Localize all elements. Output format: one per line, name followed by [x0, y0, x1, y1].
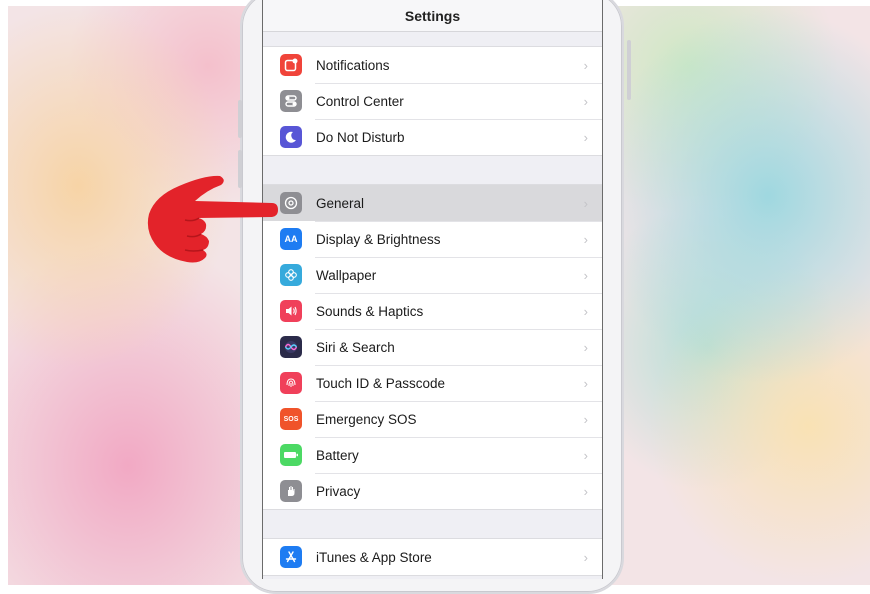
- settings-group-1: Notifications › Control Center › Do Not …: [263, 46, 602, 156]
- chevron-right-icon: ›: [583, 303, 588, 319]
- chevron-right-icon: ›: [583, 93, 588, 109]
- settings-row-do-not-disturb[interactable]: Do Not Disturb ›: [263, 119, 602, 155]
- chevron-right-icon: ›: [583, 195, 588, 211]
- settings-row-siri-search[interactable]: Siri & Search ›: [263, 329, 602, 365]
- settings-row-wallpaper[interactable]: Wallpaper ›: [263, 257, 602, 293]
- chevron-right-icon: ›: [583, 231, 588, 247]
- chevron-right-icon: ›: [583, 411, 588, 427]
- settings-group-2: General › AA Display & Brightness › Wall…: [263, 184, 602, 510]
- row-label: Control Center: [316, 93, 404, 109]
- chevron-right-icon: ›: [583, 57, 588, 73]
- settings-screen: Settings Notifications › Control Center …: [262, 0, 603, 579]
- row-label: Touch ID & Passcode: [316, 375, 446, 391]
- row-label: Notifications: [316, 57, 390, 73]
- settings-row-general[interactable]: General ›: [263, 185, 602, 221]
- row-label: Sounds & Haptics: [316, 303, 424, 319]
- app-store-icon: [280, 546, 302, 568]
- chevron-right-icon: ›: [583, 447, 588, 463]
- siri-icon: [280, 336, 302, 358]
- row-label: General: [316, 195, 365, 211]
- row-label: Do Not Disturb: [316, 129, 405, 145]
- chevron-right-icon: ›: [583, 267, 588, 283]
- group-spacer: [263, 510, 602, 538]
- settings-row-touch-id-passcode[interactable]: Touch ID & Passcode ›: [263, 365, 602, 401]
- settings-row-notifications[interactable]: Notifications ›: [263, 47, 602, 83]
- fingerprint-icon: [280, 372, 302, 394]
- navigation-bar: Settings: [263, 0, 602, 32]
- settings-row-sounds-haptics[interactable]: Sounds & Haptics ›: [263, 293, 602, 329]
- control-center-icon: [280, 90, 302, 112]
- settings-row-itunes-app-store[interactable]: iTunes & App Store ›: [263, 539, 602, 575]
- notifications-icon: [280, 54, 302, 76]
- hand-icon: [280, 480, 302, 502]
- moon-icon: [280, 126, 302, 148]
- phone-side-button: [627, 40, 631, 100]
- settings-row-display-brightness[interactable]: AA Display & Brightness ›: [263, 221, 602, 257]
- pointing-hand-icon: [147, 175, 278, 263]
- row-label: Emergency SOS: [316, 411, 417, 427]
- group-spacer: [263, 156, 602, 184]
- row-label: Wallpaper: [316, 267, 377, 283]
- speaker-icon: [280, 300, 302, 322]
- group-spacer: [263, 32, 602, 46]
- chevron-right-icon: ›: [583, 129, 588, 145]
- page-title: Settings: [404, 7, 461, 24]
- settings-row-privacy[interactable]: Privacy ›: [263, 473, 602, 509]
- row-label: Privacy: [316, 483, 361, 499]
- sos-icon: SOS: [280, 408, 302, 430]
- settings-row-emergency-sos[interactable]: SOS Emergency SOS ›: [263, 401, 602, 437]
- chevron-right-icon: ›: [583, 375, 588, 391]
- battery-icon: [280, 444, 302, 466]
- row-label: iTunes & App Store: [316, 549, 432, 565]
- phone-side-button: [238, 100, 242, 138]
- chevron-right-icon: ›: [583, 549, 588, 565]
- settings-row-battery[interactable]: Battery ›: [263, 437, 602, 473]
- row-label: Siri & Search: [316, 339, 395, 355]
- settings-group-3: iTunes & App Store ›: [263, 538, 602, 576]
- settings-row-control-center[interactable]: Control Center ›: [263, 83, 602, 119]
- row-label: Display & Brightness: [316, 231, 441, 247]
- row-label: Battery: [316, 447, 359, 463]
- chevron-right-icon: ›: [583, 339, 588, 355]
- chevron-right-icon: ›: [583, 483, 588, 499]
